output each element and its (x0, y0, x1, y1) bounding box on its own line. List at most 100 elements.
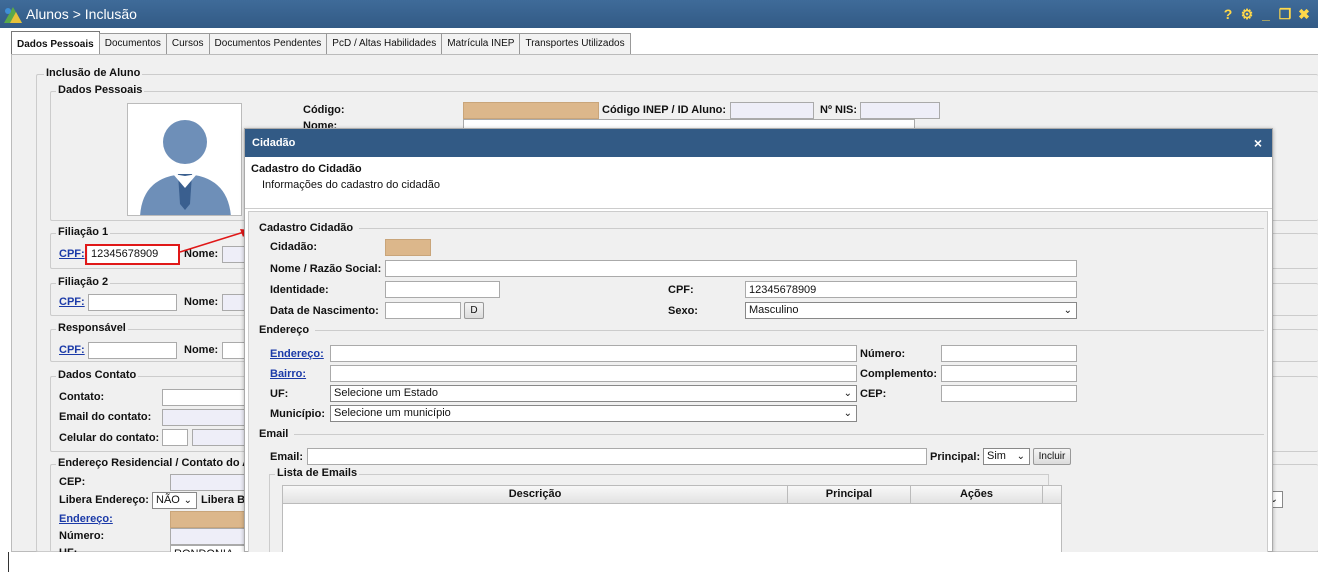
contato-legend: Dados Contato (56, 369, 139, 381)
modal-header: Cidadão × (245, 129, 1272, 157)
restore-icon[interactable]: ❐ (1277, 6, 1293, 22)
celular-input[interactable] (192, 429, 246, 446)
filiacao2-cpf-input[interactable] (88, 294, 177, 311)
filiacao1-cpf-link[interactable]: CPF: (59, 248, 85, 260)
modal-cep-label: CEP: (860, 388, 887, 400)
email-contato-input[interactable] (162, 409, 246, 426)
municipio-select-value: Selecione um município (334, 407, 451, 419)
filiacao2-cpf-link[interactable]: CPF: (59, 296, 85, 308)
contato-input[interactable] (162, 389, 246, 406)
contato-label: Contato: (59, 391, 105, 403)
emails-grid: Descrição Principal Ações (282, 485, 1062, 553)
tab-documentos[interactable]: Documentos (98, 33, 167, 54)
modal-uf-label: UF: (270, 388, 289, 400)
tab-matricula-inep[interactable]: Matrícula INEP (441, 33, 521, 54)
nascimento-input[interactable] (385, 302, 461, 319)
close-icon[interactable]: ✖ (1296, 6, 1312, 22)
uf-select-value: Selecione um Estado (334, 387, 438, 399)
bairro-link[interactable]: Bairro: (270, 368, 306, 380)
cep-label: CEP: (59, 476, 86, 488)
responsavel-nome-input[interactable] (222, 342, 246, 359)
filiacao1-legend: Filiação 1 (56, 226, 111, 238)
endereco-link[interactable]: Endereço: (59, 513, 113, 525)
responsavel-cpf-input[interactable] (88, 342, 177, 359)
gear-icon[interactable]: ⚙ (1239, 6, 1255, 22)
celular-contato-label: Celular do contato: (59, 432, 160, 444)
complemento-input[interactable] (941, 365, 1077, 382)
chevron-down-icon: ⌄ (843, 388, 852, 399)
principal-select[interactable]: Sim ⌄ (983, 448, 1030, 465)
window-title: Alunos > Inclusão (26, 6, 137, 22)
responsavel-cpf-link[interactable]: CPF: (59, 344, 85, 356)
inep-label: Código INEP / ID Aluno: (602, 104, 727, 116)
libera-endereco-label: Libera Endereço: (59, 494, 149, 506)
dados-pessoais-legend: Dados Pessoais (56, 84, 145, 96)
avatar-icon (140, 120, 231, 215)
principal-label: Principal: (930, 451, 981, 463)
nis-input[interactable] (860, 102, 940, 119)
grid-header-principal[interactable]: Principal (788, 486, 911, 503)
endereco-input[interactable] (170, 511, 246, 528)
minimize-icon[interactable]: _ (1258, 6, 1274, 22)
nascimento-label: Data de Nascimento: (270, 305, 379, 317)
modal-description: Informações do cadastro do cidadão (262, 179, 440, 191)
filiacao2-legend: Filiação 2 (56, 276, 111, 288)
numero-label: Número: (59, 530, 105, 542)
municipio-label: Município: (270, 408, 325, 420)
cpf-label: CPF: (668, 284, 694, 296)
numero-input[interactable] (170, 528, 246, 545)
nome-razao-label: Nome / Razão Social: (270, 263, 382, 275)
email-contato-label: Email do contato: (59, 411, 152, 423)
bairro-input[interactable] (330, 365, 857, 382)
modal-numero-label: Número: (860, 348, 906, 360)
nome-razao-input[interactable] (385, 260, 1077, 277)
date-picker-button[interactable]: D (464, 302, 484, 319)
help-icon[interactable]: ? (1220, 6, 1236, 22)
sexo-label: Sexo: (668, 305, 698, 317)
cidadao-input[interactable] (385, 239, 431, 256)
libera-endereco-select[interactable]: NÃO ⌄ (152, 492, 197, 509)
student-photo[interactable] (127, 103, 242, 216)
identidade-input[interactable] (385, 281, 500, 298)
tab-transportes-utilizados[interactable]: Transportes Utilizados (519, 33, 631, 54)
cpf-input[interactable]: 12345678909 (745, 281, 1077, 298)
responsavel-nome-label: Nome: (184, 344, 219, 356)
email-input[interactable] (307, 448, 927, 465)
app-logo-icon (2, 3, 24, 25)
grid-header: Descrição Principal Ações (283, 486, 1061, 504)
libera-endereco-value: NÃO (156, 494, 180, 506)
endereco-section-title: Endereço (259, 324, 310, 336)
modal-close-icon[interactable]: × (1254, 135, 1262, 151)
modal-cep-input[interactable] (941, 385, 1077, 402)
cep-input[interactable] (170, 474, 246, 491)
tab-dados-pessoais[interactable]: Dados Pessoais (11, 31, 100, 56)
modal-endereco-input[interactable] (330, 345, 857, 362)
incluir-button[interactable]: Incluir (1033, 448, 1071, 465)
endereco-section: Endereço (259, 324, 1264, 336)
grid-header-descricao[interactable]: Descrição (283, 486, 788, 503)
tab-pcd-altas-habilidades[interactable]: PcD / Altas Habilidades (326, 33, 443, 54)
nis-label: Nº NIS: (820, 104, 858, 116)
tab-documentos-pendentes[interactable]: Documentos Pendentes (208, 33, 328, 54)
codigo-input[interactable] (463, 102, 599, 119)
email-section: Email (259, 428, 1264, 440)
grid-header-acoes[interactable]: Ações (911, 486, 1043, 503)
cadastro-section-title: Cadastro Cidadão (259, 222, 354, 234)
uf-select[interactable]: Selecione um Estado ⌄ (330, 385, 857, 402)
municipio-select[interactable]: Selecione um município ⌄ (330, 405, 857, 422)
identidade-label: Identidade: (270, 284, 329, 296)
celular-ddd-input[interactable] (162, 429, 188, 446)
email-label: Email: (270, 451, 304, 463)
modal-numero-input[interactable] (941, 345, 1077, 362)
tab-cursos[interactable]: Cursos (165, 33, 210, 54)
inep-input[interactable] (730, 102, 814, 119)
chevron-down-icon: ⌄ (843, 408, 852, 419)
modal-endereco-link[interactable]: Endereço: (270, 348, 324, 360)
sexo-select[interactable]: Masculino ⌄ (745, 302, 1077, 319)
cidadao-label: Cidadão: (270, 241, 318, 253)
complemento-label: Complemento: (860, 368, 937, 380)
chevron-down-icon: ⌄ (183, 495, 192, 506)
filiacao2-nome-input[interactable] (222, 294, 246, 311)
grid-header-spacer (1043, 486, 1061, 503)
modal-title: Cidadão (252, 137, 296, 149)
